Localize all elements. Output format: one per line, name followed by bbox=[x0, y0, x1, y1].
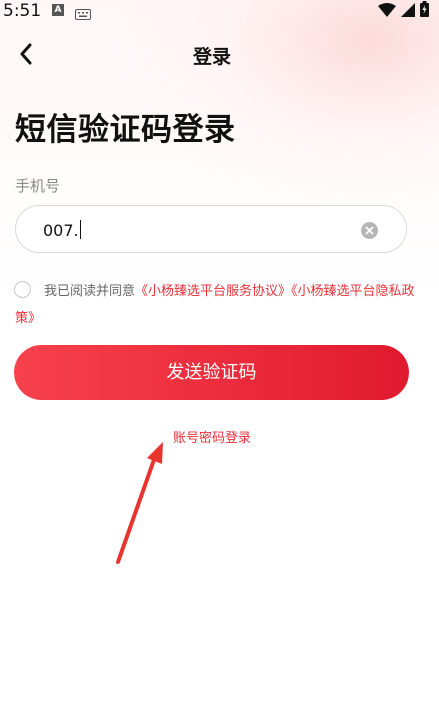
text-caret bbox=[79, 220, 81, 239]
phone-input[interactable]: 007. bbox=[15, 205, 407, 253]
status-icons bbox=[378, 1, 429, 21]
wifi-icon bbox=[378, 2, 396, 21]
clear-input-button[interactable] bbox=[361, 222, 378, 239]
close-icon bbox=[365, 226, 374, 235]
keyboard-icon bbox=[75, 5, 91, 24]
phone-input-value[interactable]: 007. bbox=[43, 220, 81, 240]
phone-value-text: 007. bbox=[43, 221, 79, 240]
agreement-prefix: 我已阅读并同意 bbox=[44, 284, 136, 299]
login-heading: 短信验证码登录 bbox=[15, 112, 236, 148]
battery-icon bbox=[420, 1, 429, 21]
service-agreement-link[interactable]: 《小杨臻选平台服务协议》 bbox=[135, 284, 291, 299]
status-time: 5:51 bbox=[3, 1, 42, 21]
send-code-button[interactable]: 发送验证码 bbox=[14, 345, 409, 400]
page-title: 登录 bbox=[192, 46, 231, 68]
signal-icon bbox=[401, 2, 415, 21]
annotation-arrow bbox=[110, 438, 170, 572]
password-login-link[interactable]: 账号密码登录 bbox=[0, 427, 424, 446]
notification-icon: A bbox=[52, 4, 64, 16]
phone-label: 手机号 bbox=[15, 177, 61, 195]
agreement-text: 我已阅读并同意《小杨臻选平台服务协议》《小杨臻选平台隐私政策》 bbox=[15, 278, 415, 332]
